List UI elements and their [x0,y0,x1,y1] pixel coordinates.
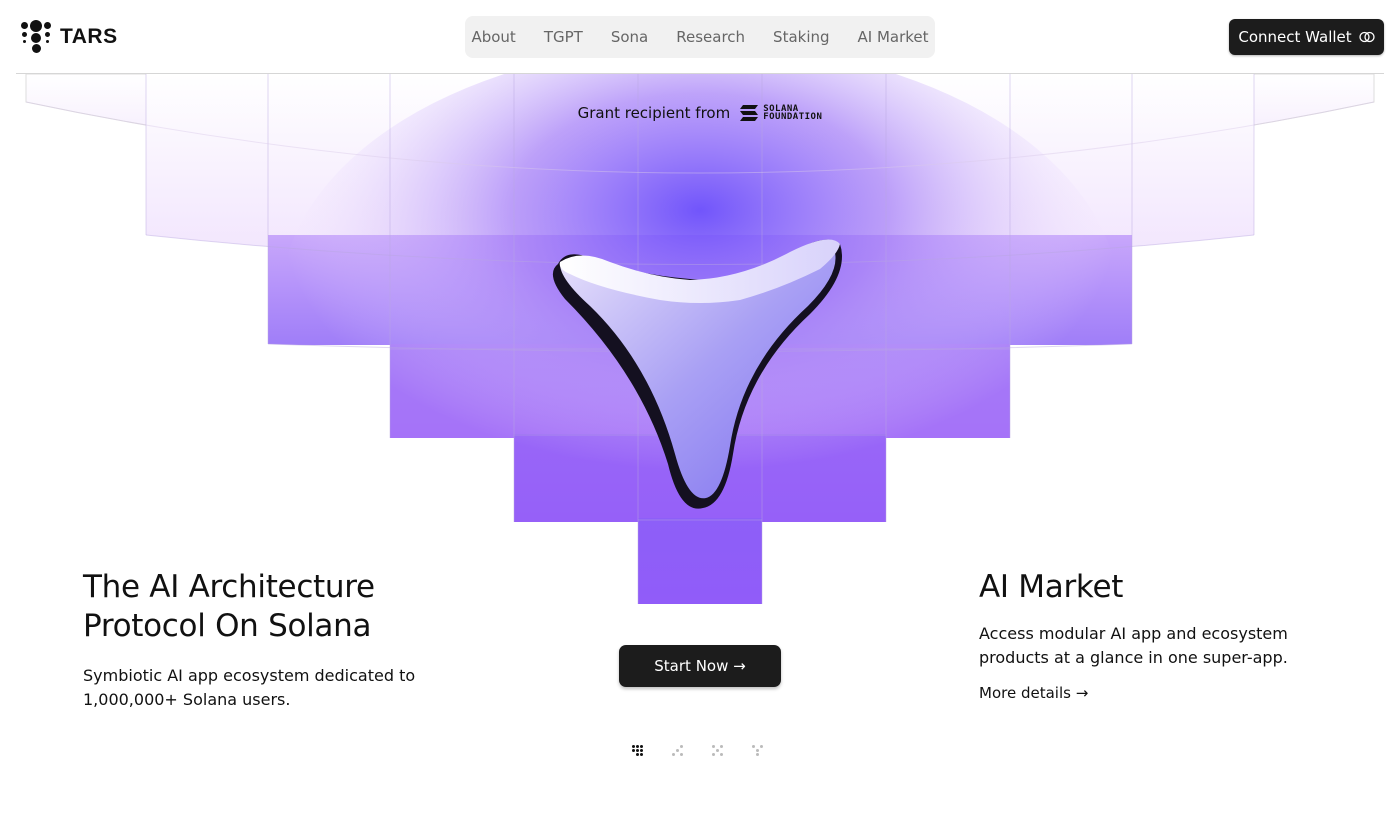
slide-dot-1-active[interactable] [632,745,644,759]
nav-item-ai-market[interactable]: AI Market [844,28,943,46]
nav-item-tgpt[interactable]: TGPT [530,28,597,46]
main-nav: About TGPT Sona Research Staking AI Mark… [465,16,935,58]
brand-logo[interactable]: TARS [21,20,118,54]
solana-icon [740,105,759,121]
connect-wallet-button[interactable]: Connect Wallet [1229,19,1384,55]
start-now-button[interactable]: Start Now → [619,645,781,687]
ai-market-block: AI Market Access modular AI app and ecos… [979,568,1339,702]
link-icon [1359,31,1375,43]
nav-item-research[interactable]: Research [662,28,759,46]
ai-market-title: AI Market [979,569,1124,605]
connect-wallet-label: Connect Wallet [1238,28,1352,46]
slide-dot-3[interactable] [712,745,724,759]
hero-subtitle: Symbiotic AI app ecosystem dedicated to … [83,666,416,709]
grant-banner: Grant recipient from SOLANA FOUNDATION [0,104,1400,122]
hero-title: The AI Architecture Protocol On Solana [83,568,503,646]
solana-foundation-line2: FOUNDATION [763,112,823,122]
nav-item-about[interactable]: About [457,28,529,46]
nav-item-sona[interactable]: Sona [597,28,662,46]
solana-foundation-logo[interactable]: SOLANA FOUNDATION [740,105,823,122]
hero-text-block: The AI Architecture Protocol On Solana S… [83,568,503,712]
site-header: TARS About TGPT Sona Research Staking AI… [0,0,1400,74]
tars-logo-icon [21,20,52,54]
slide-indicator [632,745,764,759]
brand-name: TARS [60,25,118,48]
nav-item-staking[interactable]: Staking [759,28,843,46]
slide-dot-2[interactable] [672,745,684,759]
hero-title-line2: Protocol On Solana [83,608,372,644]
more-details-link[interactable]: More details → [979,684,1088,702]
grant-text: Grant recipient from [577,104,731,122]
hero-pyramid-illustration [0,74,1400,614]
slide-dot-4[interactable] [752,745,764,759]
ai-market-description: Access modular AI app and ecosystem prod… [979,624,1288,667]
hero-title-line1: The AI Architecture [83,569,375,605]
